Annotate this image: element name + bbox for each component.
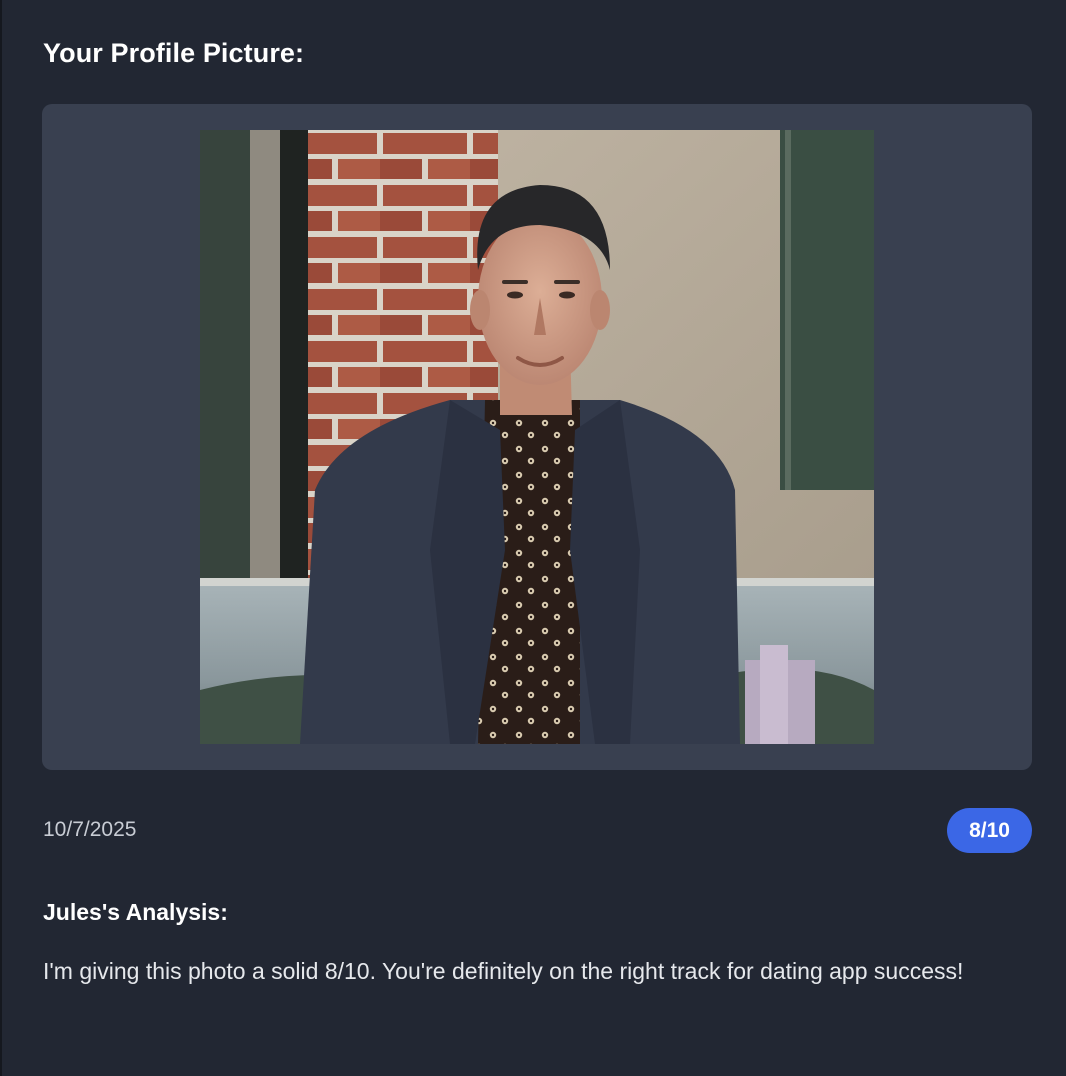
analysis-text: I'm giving this photo a solid 8/10. You'… bbox=[43, 958, 964, 984]
analysis-date: 10/7/2025 bbox=[43, 818, 137, 841]
page-title: Your Profile Picture: bbox=[43, 38, 305, 68]
profile-photo bbox=[200, 130, 874, 744]
score-badge: 8/10 bbox=[947, 808, 1032, 853]
profile-analysis-panel: Your Profile Picture: 10/7/2025 8/10 Jul… bbox=[0, 0, 1066, 1076]
photo-card bbox=[42, 104, 1032, 770]
analysis-heading: Jules's Analysis: bbox=[43, 899, 228, 925]
